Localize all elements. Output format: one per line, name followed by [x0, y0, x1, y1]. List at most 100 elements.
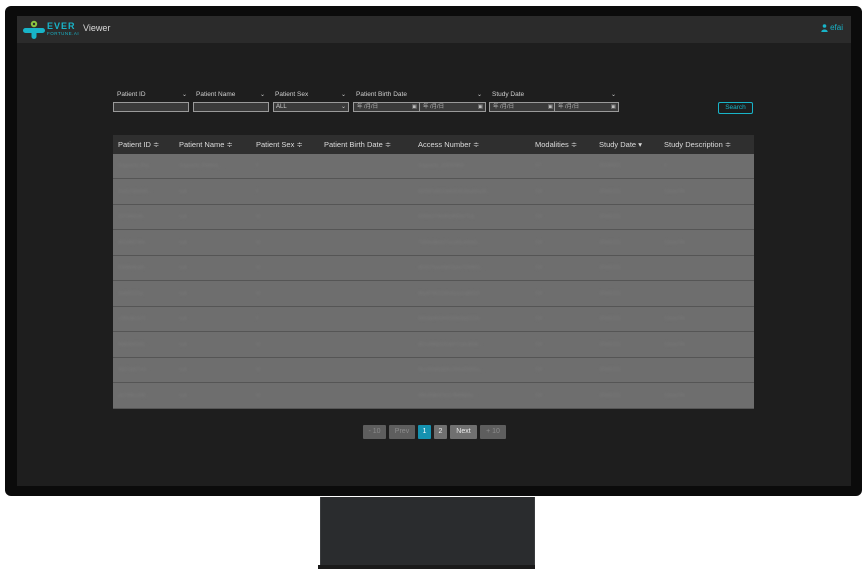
- column-header[interactable]: Study Date ▾: [599, 140, 642, 149]
- page-2-button[interactable]: 2: [434, 425, 447, 439]
- table-cell: Segment_Pat...: [118, 163, 153, 169]
- table-cell: 0: [664, 163, 667, 169]
- table-cell: 8f2d4f874f4...: [118, 239, 149, 246]
- table-cell: 6f8e4fd8d79c67fb6f6b5e...: [418, 392, 478, 399]
- table-cell: null: [179, 392, 187, 399]
- table-cell: 8D7af96b2d1d6f71afcd606...: [418, 341, 483, 348]
- table-cell: Segment_1H1509E6: [418, 163, 465, 169]
- prev-button[interactable]: Prev: [389, 425, 415, 439]
- calendar-icon[interactable]: ▣: [548, 103, 553, 111]
- logo-text: EVER: [47, 21, 76, 31]
- table-cell: 8E657faae6863bae7294bf3...: [418, 265, 484, 271]
- study-date-from[interactable]: 年 /月/日 ▣: [489, 102, 556, 112]
- table-row[interactable]: 63b8b4baf0... null M 8E657faae6863bae7294bf…: [113, 256, 754, 281]
- birth-date-to[interactable]: 年 /月/日 ▣: [419, 102, 486, 112]
- table-cell: null: [179, 290, 187, 297]
- table-cell: null: [179, 214, 187, 220]
- table-row[interactable]: 3a993123a... null M 8fadf7951236c6a1eca6f2d…: [113, 282, 754, 307]
- table-cell: M: [256, 392, 261, 399]
- table-cell: null: [179, 265, 187, 271]
- chevron-down-icon[interactable]: ⌄: [182, 91, 187, 98]
- next-button[interactable]: Next: [450, 425, 477, 439]
- table-cell: M: [256, 290, 261, 297]
- filter-label-study-date[interactable]: Study Date: [492, 91, 524, 98]
- table-row[interactable]: 5bb7ab67e4... null Mf9cc96abb8d5c2b6a00d55…: [113, 358, 754, 383]
- chevron-down-icon[interactable]: ⌄: [341, 91, 346, 98]
- column-header[interactable]: Study Description ≑: [664, 140, 731, 149]
- filter-label-patient-sex[interactable]: Patient Sex: [275, 91, 308, 98]
- filter-label-patient-name[interactable]: Patient Name: [196, 91, 235, 98]
- table-cell: CR: [535, 239, 543, 246]
- app-screen: EVER FORTUNE.AI Viewer efai Patient ID ⌄…: [17, 16, 851, 486]
- table-cell: 0cd1739e645...: [118, 188, 153, 195]
- filter-label-patient-id[interactable]: Patient ID: [117, 91, 146, 98]
- calendar-icon[interactable]: ▣: [478, 103, 483, 111]
- table-cell: 6029F1A913a6d24C0ba00a2E...: [418, 188, 492, 195]
- table-cell: 20190531: [599, 163, 622, 169]
- table-row[interactable]: 0cd1739e645... null F 6029F1A913a6d24C0ba00…: [113, 180, 754, 205]
- table-row[interactable]: 8f2d4f874f4... null M 7350e38eb27ecaf0c4ebe…: [113, 231, 754, 256]
- calendar-icon[interactable]: ▣: [611, 103, 616, 111]
- table-cell: CR: [535, 214, 543, 220]
- search-button[interactable]: Search: [718, 102, 753, 114]
- table-cell: CR: [535, 316, 543, 322]
- plus-10-button[interactable]: + 10: [480, 425, 506, 439]
- column-header[interactable]: Access Number ≑: [418, 140, 479, 149]
- table-cell: ab73f8cc5f8...: [118, 392, 150, 399]
- table-cell: CR: [535, 392, 543, 399]
- patient-id-input[interactable]: [113, 102, 189, 112]
- table-cell: 3a993123a...: [118, 290, 148, 297]
- table-cell: null: [179, 239, 187, 246]
- table-cell: CR: [535, 265, 543, 271]
- table-cell: Segment_Patient_...: [179, 163, 225, 169]
- table-cell: 2079d45d5...: [118, 214, 148, 220]
- birth-date-from[interactable]: 年 /月/日 ▣: [353, 102, 420, 112]
- chevron-down-icon[interactable]: ⌄: [477, 91, 482, 98]
- calendar-icon[interactable]: ▣: [412, 103, 417, 111]
- table-row[interactable]: Segment_Pat... Segment_Patient_... F Segmen…: [113, 154, 754, 179]
- column-header[interactable]: Modalities ≑: [535, 140, 577, 149]
- monitor-stand: [320, 497, 535, 567]
- table-cell: 20091221: [599, 367, 622, 373]
- table-cell: c2f5c8b1b7f...: [118, 316, 150, 322]
- table-cell: 20091221: [599, 239, 622, 246]
- column-header[interactable]: Patient ID ≑: [118, 140, 159, 149]
- monitor-stand-base: [318, 565, 535, 569]
- table-cell: M: [256, 341, 261, 348]
- table-cell: 8fadf7951236c6a1eca6f2d7...: [418, 290, 485, 297]
- patient-name-input[interactable]: [193, 102, 269, 112]
- everfortune-logo-icon[interactable]: [22, 20, 46, 40]
- minus-10-button[interactable]: - 10: [363, 425, 386, 439]
- table-cell: F: [256, 316, 260, 322]
- study-date-to[interactable]: 年 /月/日 ▣: [554, 102, 619, 112]
- table-cell: null: [179, 316, 187, 322]
- app-title[interactable]: Viewer: [83, 23, 110, 33]
- table-row[interactable]: c2f5c8b1b7f... null F 906dbefb34441f9e5bd31…: [113, 307, 754, 332]
- patient-sex-select[interactable]: ALL ⌄: [273, 102, 349, 112]
- page-1-button[interactable]: 1: [418, 425, 431, 439]
- select-arrow-icon: ⌄: [340, 104, 346, 110]
- table-cell: 20091221: [599, 214, 622, 220]
- table-row[interactable]: 2079d45d5... null M 6096e27f4d9b3f00fa7Tc6.…: [113, 205, 754, 230]
- chevron-down-icon[interactable]: ⌄: [260, 91, 265, 98]
- table-cell: Chest PA: [664, 239, 685, 246]
- table-row[interactable]: ab73f8cc5f8... null M 6f8e4fd8d79c67fb6f6b5…: [113, 384, 754, 409]
- patient-sex-value: ALL: [276, 104, 287, 110]
- table-cell: f9cc96abb8d5c2b6a00d55a...: [418, 367, 484, 373]
- filter-label-birth-date[interactable]: Patient Birth Date: [356, 91, 407, 98]
- table-cell: 20091221: [599, 316, 622, 322]
- column-header[interactable]: Patient Sex ≑: [256, 140, 303, 149]
- column-header[interactable]: Patient Birth Date ≑: [324, 140, 391, 149]
- table-cell: CR: [535, 341, 543, 348]
- logo-subtext: FORTUNE.AI: [47, 31, 80, 36]
- table-cell: 5bb7ab67e4...: [118, 367, 150, 373]
- user-icon: [821, 23, 828, 32]
- table-cell: 6096e27f4d9b3f00fa7Tc6...: [418, 214, 479, 220]
- user-menu[interactable]: efai: [821, 23, 843, 32]
- table-cell: Chest PA: [664, 341, 685, 348]
- table-row[interactable]: f68b4b6342... null M 8D7af96b2d1d6f71afcd60…: [113, 333, 754, 358]
- chevron-down-icon[interactable]: ⌄: [611, 91, 616, 98]
- table-cell: 906dbefb34441f9e5bd3124...: [418, 316, 484, 322]
- table-cell: CR: [535, 367, 543, 373]
- column-header[interactable]: Patient Name ≑: [179, 140, 233, 149]
